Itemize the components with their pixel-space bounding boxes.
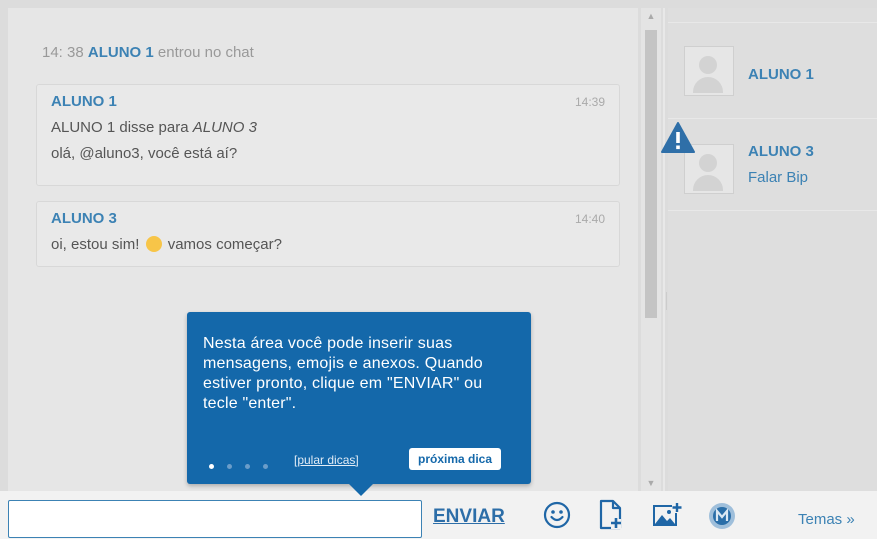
user-status: Falar Bip [748,169,809,186]
system-message-text: entrou no chat [157,44,254,61]
system-message-user[interactable]: ALUNO 1 [88,44,154,61]
message-composer: ENVIAR Temas » [0,491,877,539]
user-name[interactable]: ALUNO 1 [748,66,814,83]
message-input[interactable] [9,501,421,537]
scroll-down-icon[interactable]: ▼ [645,478,657,488]
next-tip-button[interactable]: próxima dica [409,448,502,470]
message-text: oi, estou sim! vamos começar? [51,236,282,253]
message-mention-target: ALUNO 3 [192,119,257,136]
system-message: 14: 38 ALUNO 1 entrou no chat [42,44,254,61]
smiley-emoji-icon [145,236,162,252]
tooltip-text: Nesta área você pode inserir suas mensag… [203,335,483,412]
message-mention-prefix: ALUNO 1 disse para [51,119,193,136]
message-line: ALUNO 1 disse para ALUNO 3 [51,119,257,136]
step-dot[interactable] [245,464,250,469]
attach-image-icon[interactable] [652,502,682,528]
users-panel: ALUNO 1 ALUNO 3 Falar Bip [668,8,877,491]
user-name[interactable]: ALUNO 3 [748,143,814,160]
message-text-part: oi, estou sim! [51,236,140,253]
message-input-box[interactable] [8,500,422,538]
step-dot[interactable] [227,464,232,469]
avatar [684,46,734,96]
send-button[interactable]: ENVIAR [433,506,505,528]
chat-message: ALUNO 3 14:40 oi, estou sim! vamos começ… [36,201,620,267]
themes-link[interactable]: Temas » [798,511,855,528]
message-author[interactable]: ALUNO 3 [51,210,117,227]
user-list-item[interactable]: ALUNO 1 [668,22,877,119]
scroll-up-icon[interactable]: ▲ [645,11,657,21]
message-time: 14:40 [574,212,605,226]
emoji-icon[interactable] [543,501,571,529]
chat-scrollbar[interactable]: ▲ ▼ [641,8,661,491]
system-message-time: 14: 38 [42,44,84,61]
warning-icon [661,122,695,153]
message-text: olá, @aluno3, você está aí? [51,145,238,162]
panel-divider [663,8,665,491]
step-dot[interactable] [209,464,214,469]
message-author[interactable]: ALUNO 1 [51,93,117,110]
message-time: 14:39 [574,95,605,109]
theme-avatar-icon[interactable] [708,502,736,530]
user-list-item[interactable]: ALUNO 3 Falar Bip [668,118,877,211]
scrollbar-thumb[interactable] [645,30,657,318]
tooltip-step-indicator [209,456,281,474]
attach-file-icon[interactable] [598,499,624,531]
chat-message: ALUNO 1 14:39 ALUNO 1 disse para ALUNO 3… [36,84,620,186]
step-dot[interactable] [263,464,268,469]
message-text-part: vamos começar? [167,236,282,253]
onboarding-tooltip: Nesta área você pode inserir suas mensag… [187,312,531,496]
skip-tips-link[interactable]: [pular dicas] [294,453,359,467]
